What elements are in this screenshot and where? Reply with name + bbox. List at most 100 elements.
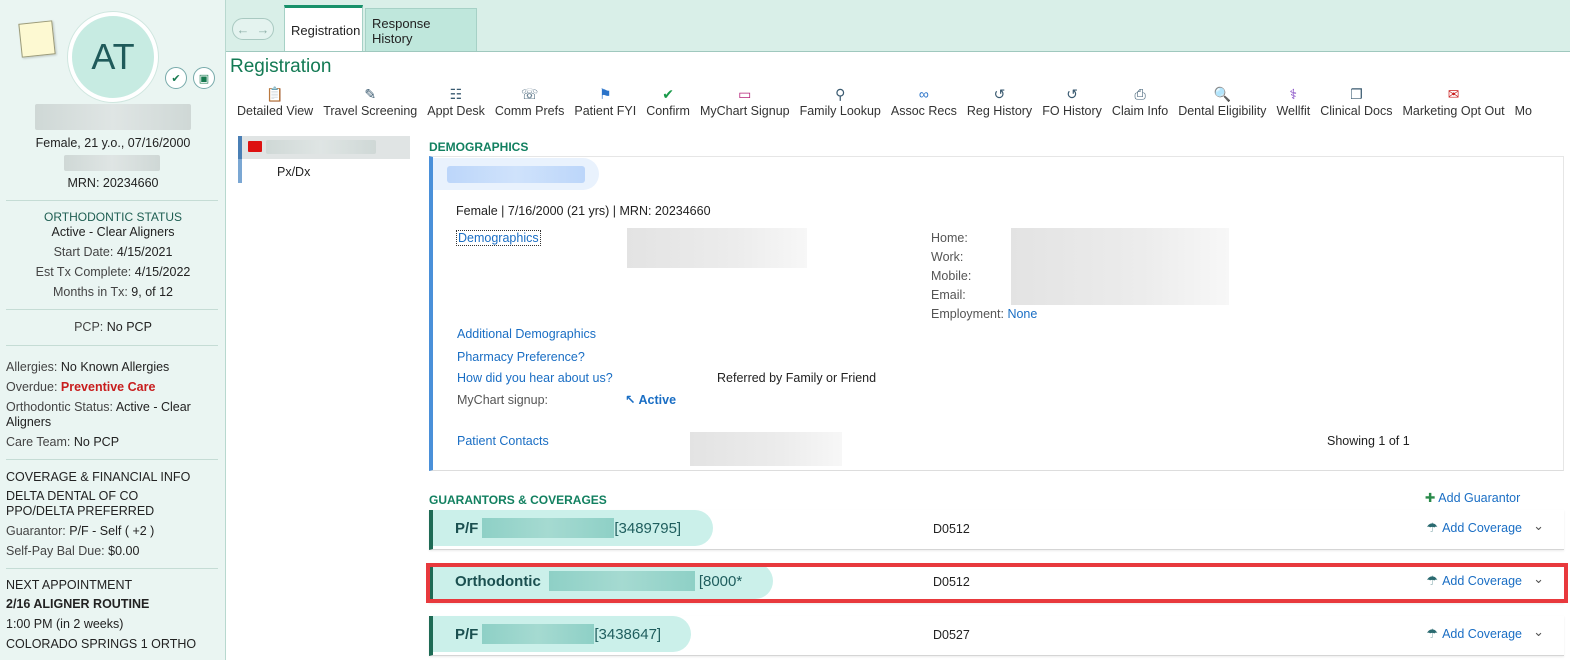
mychart-arrow-icon: ↖: [625, 393, 636, 407]
section-nav-pxdx[interactable]: Px/Dx: [238, 159, 410, 183]
overdue-info: Overdue: Preventive Care: [6, 380, 156, 394]
work-label: Work:: [931, 250, 964, 264]
patient-name-redacted: [447, 166, 585, 183]
tab-response-history[interactable]: Response History: [365, 8, 477, 52]
next-appt-title: 2/16 ALIGNER ROUTINE: [6, 597, 150, 611]
add-coverage-button[interactable]: ☂ Add Coverage: [1426, 626, 1522, 642]
overdue-link[interactable]: Preventive Care: [61, 380, 156, 394]
coverage-name-redacted: [482, 624, 595, 644]
marketing-opt-out-button[interactable]: ✉ Marketing Opt Out: [1398, 84, 1510, 124]
claim-info-button[interactable]: ⎙ Claim Info: [1107, 84, 1173, 124]
contact-info-redacted: [1011, 228, 1229, 305]
pharmacy-preference-link[interactable]: Pharmacy Preference?: [457, 350, 585, 364]
next-appt-time: 1:00 PM (in 2 weeks): [6, 617, 124, 631]
guarantors-heading: GUARANTORS & COVERAGES: [429, 493, 607, 507]
search-doc-icon: 🔍: [1213, 86, 1232, 102]
fo-history-button[interactable]: ↺ FO History: [1037, 84, 1107, 124]
confirm-button[interactable]: ✔ Confirm: [641, 84, 695, 124]
coverage-heading: COVERAGE & FINANCIAL INFO: [6, 470, 191, 484]
patient-fyi-button[interactable]: ⚑ Patient FYI: [569, 84, 641, 124]
coverage-pill: Orthodontic [8000*: [433, 563, 773, 599]
coverage-code: D0527: [933, 628, 970, 642]
add-guarantor-button[interactable]: ✚ Add Guarantor: [1425, 490, 1520, 505]
folder-icon: [248, 141, 262, 152]
additional-demographics-link[interactable]: Additional Demographics: [457, 327, 596, 341]
chevron-down-icon[interactable]: ⌄: [1533, 571, 1544, 587]
coverage-code: D0512: [933, 522, 970, 536]
clinical-docs-button[interactable]: ❐ Clinical Docs: [1315, 84, 1397, 124]
appt-desk-button[interactable]: ☷ Appt Desk: [422, 84, 490, 124]
employment-info: Employment: None: [931, 307, 1038, 321]
patient-summary: Female, 21 y.o., 07/16/2000: [35, 136, 191, 150]
guarantor-info: Guarantor: P/F - Self ( +2 ): [6, 524, 155, 538]
add-person-icon: ✚: [1425, 491, 1436, 505]
clipboard-icon: 📋: [266, 86, 284, 102]
section-nav-selected[interactable]: [238, 136, 410, 159]
showing-count: Showing 1 of 1: [1327, 434, 1410, 448]
wellfit-icon: ⚕: [1289, 86, 1298, 102]
demographics-summary: Female | 7/16/2000 (21 yrs) | MRN: 20234…: [456, 204, 711, 218]
check-in-icon[interactable]: ✔: [165, 67, 187, 89]
page-title: Registration: [230, 56, 332, 77]
dental-eligibility-button[interactable]: 🔍 Dental Eligibility: [1173, 84, 1271, 124]
ortho-start-date: Start Date: 4/15/2021: [53, 245, 173, 259]
employment-link[interactable]: None: [1007, 307, 1037, 321]
documents-icon: ❐: [1350, 86, 1363, 102]
ortho-status-value: Active - Clear Aligners: [51, 225, 175, 239]
home-label: Home:: [931, 231, 968, 245]
umbrella-add-icon: ☂: [1426, 626, 1439, 641]
more-button[interactable]: Mo: [1510, 84, 1537, 124]
sticky-note-icon[interactable]: [18, 20, 56, 58]
coverage-name-redacted: [482, 518, 615, 538]
patient-contacts-link[interactable]: Patient Contacts: [457, 434, 549, 448]
patient-avatar[interactable]: AT: [68, 12, 158, 102]
chevron-down-icon[interactable]: ⌄: [1533, 624, 1544, 640]
mychart-signup-button[interactable]: ▭ MyChart Signup: [695, 84, 795, 124]
contact-redacted: [690, 432, 842, 466]
ortho-status-info: Orthodontic Status: Active - Clear Align…: [6, 400, 191, 429]
coverage-row[interactable]: Orthodontic [8000* D0512 ☂ Add Coverage ⌄: [429, 563, 1564, 603]
pencil-icon: ✎: [364, 86, 377, 102]
assoc-recs-button[interactable]: ∞ Assoc Recs: [886, 84, 962, 124]
coverage-row[interactable]: P/F [3489795] D0512 ☂ Add Coverage ⌄: [429, 510, 1564, 550]
forward-arrow-icon[interactable]: →: [257, 22, 270, 37]
pcp-info: PCP: No PCP: [74, 320, 152, 334]
detailed-view-button[interactable]: 📋 Detailed View: [232, 84, 318, 124]
comm-prefs-button[interactable]: ☏ Comm Prefs: [490, 84, 569, 124]
reg-history-button[interactable]: ↺ Reg History: [962, 84, 1037, 124]
family-lookup-button[interactable]: ⚲ Family Lookup: [795, 84, 886, 124]
allergies-info: Allergies: No Known Allergies: [6, 360, 170, 374]
demographics-link[interactable]: Demographics: [456, 230, 541, 246]
mychart-label: MyChart signup:: [457, 393, 549, 407]
history-icon: ↺: [993, 86, 1006, 102]
mychart-status: ↖ Active: [625, 393, 677, 407]
chevron-down-icon[interactable]: ⌄: [1533, 518, 1544, 534]
no-mail-icon: ✉: [1447, 86, 1460, 102]
coverage-row[interactable]: P/F [3438647] D0527 ☂ Add Coverage ⌄: [429, 616, 1564, 656]
coverage-pill: P/F [3438647]: [433, 616, 691, 652]
ortho-est-complete: Est Tx Complete: 4/15/2022: [35, 265, 191, 279]
selected-item-redacted: [266, 140, 376, 154]
patient-sidebar: AT ✔ ▣ Female, 21 y.o., 07/16/2000 MRN: …: [0, 0, 226, 660]
coverage-plan: DELTA DENTAL OF CO PPO/DELTA PREFERRED: [6, 489, 155, 518]
back-arrow-icon[interactable]: ←: [237, 22, 250, 37]
print-icon[interactable]: ▣: [193, 67, 215, 89]
patient-name-redacted: [35, 104, 191, 130]
wellfit-button[interactable]: ⚕ Wellfit: [1271, 84, 1315, 124]
history-icon: ↺: [1066, 86, 1078, 102]
coverage-name-redacted: [548, 571, 695, 591]
coverage-code: D0512: [933, 575, 970, 589]
flag-icon: ⚑: [599, 86, 612, 102]
selfpay-info: Self-Pay Bal Due: $0.00: [6, 544, 140, 558]
add-coverage-button[interactable]: ☂ Add Coverage: [1426, 520, 1522, 536]
travel-screening-button[interactable]: ✎ Travel Screening: [318, 84, 422, 124]
hear-about-us-link[interactable]: How did you hear about us?: [457, 371, 613, 385]
tab-registration[interactable]: Registration: [284, 5, 363, 52]
patient-detail-redacted: [64, 155, 160, 171]
history-nav: ← →: [232, 18, 274, 40]
add-coverage-button[interactable]: ☂ Add Coverage: [1426, 573, 1522, 589]
next-appt-location: COLORADO SPRINGS 1 ORTHO: [6, 637, 197, 651]
patient-mrn: MRN: 20234660: [67, 176, 159, 190]
patient-name-pill: [433, 158, 599, 190]
link-icon: ∞: [918, 86, 929, 102]
